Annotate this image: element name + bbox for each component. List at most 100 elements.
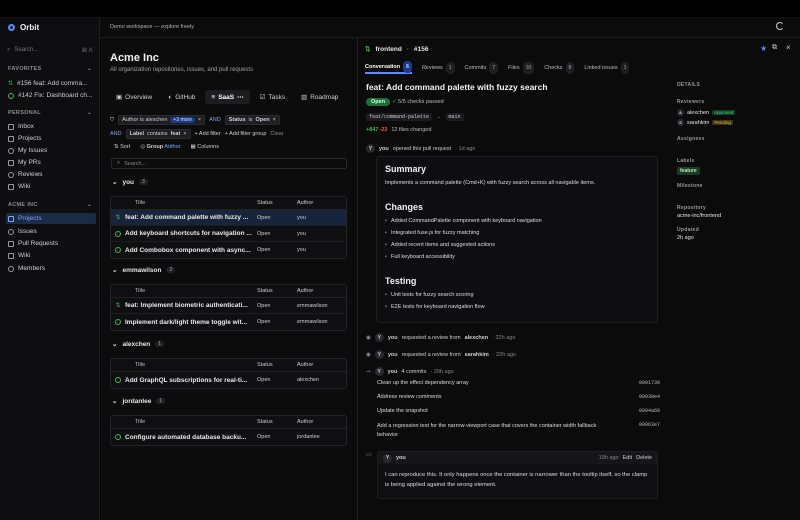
star-icon[interactable]: ★ [760, 44, 767, 53]
tab-saas[interactable]: ≡ SaaS ⋯ [205, 90, 250, 104]
tab-files[interactable]: Files 10 [508, 62, 535, 74]
tab-conversation[interactable]: Conversation 6 [365, 61, 412, 74]
source-branch[interactable]: feat/command-palette [366, 113, 433, 121]
commit-row[interactable]: Address review comments 00030e4 [377, 394, 660, 400]
table-row[interactable]: Add GraphQL subscriptions for real-ti...… [111, 372, 346, 388]
columns-button[interactable]: ▦ Columns [191, 144, 219, 150]
delete-comment-button[interactable]: Delete [636, 455, 652, 461]
repo-name[interactable]: frontend [375, 46, 401, 53]
checks-status[interactable]: ✓ 5/5 checks passed [392, 99, 444, 105]
favorites-section[interactable]: FAVORITES ⌄ [8, 66, 92, 72]
tab-roadmap[interactable]: ▥ Roadmap [295, 90, 344, 104]
table-row[interactable]: ⇅ feat: Add command palette with fuzzy ..… [111, 210, 346, 226]
sidebar-item-projects[interactable]: Projects [6, 133, 96, 144]
and-operator[interactable]: AND [110, 131, 122, 137]
column-author[interactable]: Author [297, 419, 346, 425]
clear-filters-button[interactable]: Clear [270, 131, 283, 137]
milestone-label[interactable]: Milestone [677, 183, 795, 189]
theme-toggle-icon[interactable] [776, 22, 784, 30]
and-operator[interactable]: AND [209, 117, 221, 123]
label-badge[interactable]: feature [677, 167, 700, 175]
commit-row[interactable]: Clean up the effect dependency array 0001… [377, 380, 660, 386]
column-status[interactable]: Status [257, 362, 297, 368]
status-filter-chip[interactable]: Status is Open × [224, 115, 280, 125]
sidebar-item-inbox[interactable]: Inbox [6, 121, 96, 132]
column-title[interactable]: Title [125, 362, 257, 368]
group-button[interactable]: ◎ Group Author [140, 144, 180, 150]
label-filter-chip[interactable]: Label contains feat × [125, 129, 191, 139]
commit-row[interactable]: Update the snapshot 0004a68 [377, 408, 660, 414]
add-filter-group-button[interactable]: + Add filter group [225, 131, 267, 137]
column-author[interactable]: Author [297, 288, 346, 294]
list-search-input[interactable]: ⌕ Search... [111, 158, 347, 169]
edit-comment-button[interactable]: Edit [623, 455, 632, 461]
favorite-item-pr156[interactable]: ⇅ #156 feat: Add comma... [6, 78, 96, 89]
table-row[interactable]: ⇅ feat: Implement biometric authenticati.… [111, 298, 346, 314]
group-table: Title Status Author Add GraphQL subscriptio… [110, 358, 347, 389]
sidebar-item-issues[interactable]: Issues [6, 226, 96, 237]
tab-checks[interactable]: Checks 8 [544, 62, 575, 74]
commit-sha[interactable]: 00063e7 [639, 422, 660, 440]
close-icon[interactable]: × [786, 43, 791, 52]
tab-overview[interactable]: ▣ Overview [110, 90, 158, 104]
tab-commits[interactable]: Commits 7 [465, 62, 498, 74]
commit-sha[interactable]: 0001730 [639, 380, 660, 386]
reviewer-row[interactable]: Ssarahkim Pending [677, 119, 795, 126]
more-filters-badge[interactable]: +3 more [170, 117, 195, 123]
tab-linked-issues[interactable]: Linked issues 1 [584, 62, 630, 74]
group-header[interactable]: ⌄ alexchen 1 [112, 340, 165, 348]
assignees-label[interactable]: Assignees [677, 136, 795, 142]
add-filter-button[interactable]: + Add filter [195, 131, 221, 137]
sidebar-item-pull-requests[interactable]: Pull Requests [6, 238, 96, 249]
column-title[interactable]: Title [125, 288, 257, 294]
commit-row[interactable]: Add a regression test for the narrow-vie… [377, 422, 660, 440]
personal-section[interactable]: PERSONAL ⌄ [8, 110, 92, 116]
close-icon[interactable]: × [183, 131, 186, 137]
target-branch[interactable]: main [445, 113, 464, 121]
labels-label[interactable]: Labels [677, 158, 795, 164]
favorite-item-pr142[interactable]: #142 Fix: Dashboard ch... [6, 90, 96, 101]
sidebar-item-members[interactable]: Members [6, 263, 96, 274]
sidebar-item-reviews[interactable]: Reviews [6, 169, 96, 180]
repository-value[interactable]: acme-inc/frontend [677, 213, 795, 219]
org-section[interactable]: ACME INC ⌄ [8, 202, 92, 208]
group-header[interactable]: ⌄ emmawilson 2 [112, 266, 176, 274]
column-status[interactable]: Status [257, 419, 297, 425]
sidebar-item-my-issues[interactable]: My Issues [6, 145, 96, 156]
tab-tasks[interactable]: ☑ Tasks [254, 90, 291, 104]
column-title[interactable]: Title [125, 419, 257, 425]
reviewer-row[interactable]: Aalexchen Approved [677, 109, 795, 116]
column-author[interactable]: Author [297, 362, 346, 368]
column-title[interactable]: Title [125, 200, 257, 206]
book-icon [8, 252, 14, 259]
close-icon[interactable]: × [273, 117, 276, 123]
table-row[interactable]: Configure automated database backu... Ope… [111, 429, 346, 445]
arrow-right-icon: → [436, 114, 442, 120]
commit-sha[interactable]: 00030e4 [639, 394, 660, 400]
sort-button[interactable]: ⇅ Sort [114, 144, 130, 150]
files-changed[interactable]: 12 files changed [391, 127, 431, 133]
chevron-down-icon: ⌄ [87, 66, 92, 72]
tab-reviews[interactable]: Reviews 1 [422, 62, 455, 74]
sidebar-item-org-wiki[interactable]: Wiki [6, 250, 96, 261]
group-header[interactable]: ⌄ jordanlee 1 [112, 397, 166, 405]
author-filter-chip[interactable]: Author is alexchen +3 more × [118, 115, 206, 125]
table-row[interactable]: Add keyboard shortcuts for navigation ..… [111, 226, 346, 242]
sidebar-search[interactable]: ⌕ Search... ⌘ K [7, 44, 93, 56]
group-header[interactable]: ⌄ you 3 [112, 178, 148, 186]
column-author[interactable]: Author [297, 200, 346, 206]
sidebar-item-org-projects[interactable]: Projects [6, 213, 96, 224]
app-logo[interactable]: Orbit [8, 23, 39, 32]
sidebar-item-my-prs[interactable]: My PRs [6, 157, 96, 168]
more-icon[interactable]: ⋯ [237, 93, 244, 101]
tab-github[interactable]: ◐ GitHub [162, 90, 201, 104]
close-icon[interactable]: × [198, 117, 201, 123]
column-status[interactable]: Status [257, 200, 297, 206]
open-external-icon[interactable]: ⧉ [772, 44, 777, 52]
commit-sha[interactable]: 0004a68 [639, 408, 660, 414]
sidebar-item-wiki[interactable]: Wiki [6, 181, 96, 192]
chevron-down-icon: ⌄ [112, 398, 118, 405]
table-row[interactable]: Implement dark/light theme toggle wit...… [111, 314, 346, 330]
table-row[interactable]: Add Combobox component with async... Open… [111, 242, 346, 258]
column-status[interactable]: Status [257, 288, 297, 294]
